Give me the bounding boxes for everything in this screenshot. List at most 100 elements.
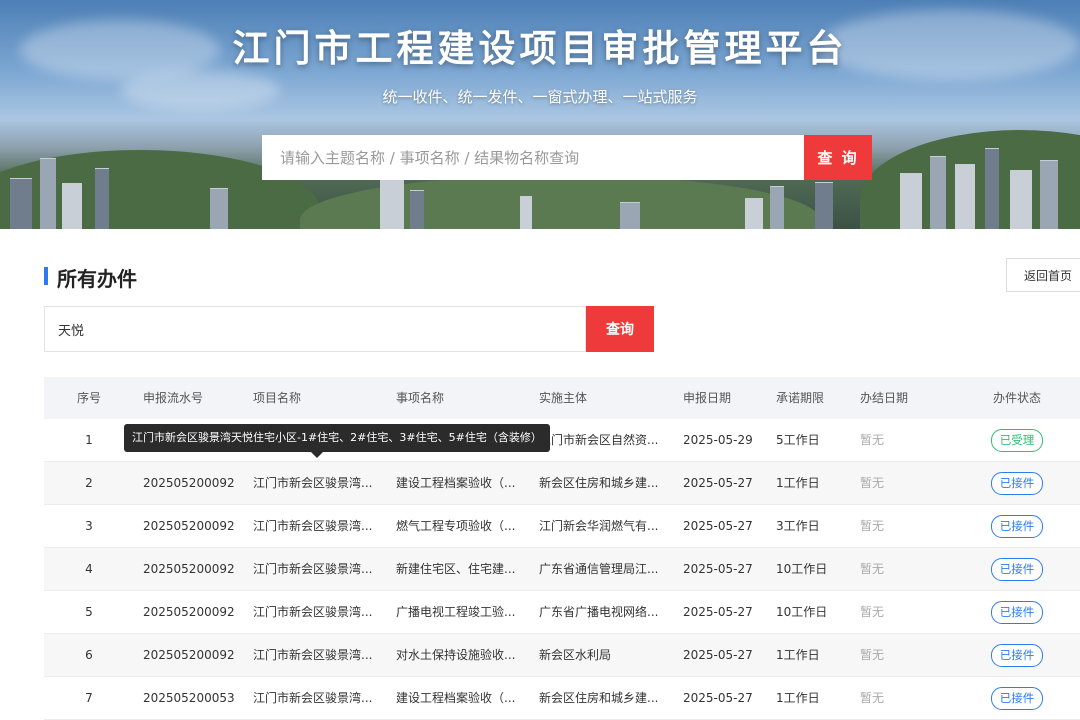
row-limit: 10工作日 [776, 562, 828, 576]
row-item[interactable]: 建设工程档案验收（... [396, 677, 531, 719]
row-status-cell: 已接件 [966, 548, 1068, 590]
header-cell-limit: 承诺期限 [776, 391, 825, 405]
table-row[interactable]: 2 202505200092 江门市新会区骏景湾... 建设工程档案验收（...… [44, 462, 1080, 505]
row-index: 1 [85, 433, 93, 447]
header-cell-project: 项目名称 [253, 391, 302, 405]
row-index: 5 [85, 605, 93, 619]
row-item[interactable]: 广播电视工程竣工验... [396, 591, 531, 633]
building-decoration [770, 186, 784, 229]
filter-input[interactable] [44, 306, 586, 352]
row-done: 暂无 [860, 562, 885, 576]
row-item[interactable]: 建设工程档案验收（... [396, 462, 531, 504]
row-done: 暂无 [860, 433, 885, 447]
header-cell-index: 序号 [76, 391, 101, 405]
row-project[interactable]: 江门市新会区骏景湾... [253, 462, 388, 504]
row-limit: 1工作日 [776, 476, 820, 490]
row-org: 广东省通信管理局江... [539, 562, 659, 576]
status-badge[interactable]: 已受理 [990, 429, 1044, 452]
building-decoration [900, 173, 922, 229]
row-item[interactable]: 新建住宅区、住宅建... [396, 548, 531, 590]
page-subtitle: 统一收件、统一发件、一窗式办理、一站式服务 [382, 88, 698, 106]
row-limit: 1工作日 [776, 648, 820, 662]
back-home-button[interactable]: 返回首页 [1006, 258, 1080, 292]
status-badge[interactable]: 已接件 [990, 687, 1044, 710]
status-badge[interactable]: 已接件 [990, 601, 1044, 624]
row-status-cell: 已接件 [966, 591, 1068, 633]
building-decoration [1010, 170, 1032, 229]
building-decoration [815, 182, 833, 229]
row-index: 4 [85, 562, 93, 576]
building-decoration [955, 164, 975, 229]
row-serial: 202505200092 [143, 476, 235, 490]
header-cell-serial: 申报流水号 [143, 391, 204, 405]
row-status-cell: 已接件 [966, 634, 1068, 676]
row-org: 江门市新会区自然资... [539, 433, 659, 447]
row-limit: 5工作日 [776, 433, 820, 447]
section-title: 所有办件 [57, 267, 137, 291]
building-decoration [40, 158, 56, 229]
tooltip-arrow [311, 452, 323, 458]
row-date: 2025-05-27 [683, 519, 753, 533]
row-status-cell: 已接件 [966, 505, 1068, 547]
header-banner: 江门市工程建设项目审批管理平台 统一收件、统一发件、一窗式办理、一站式服务 [0, 0, 1080, 229]
row-item[interactable]: 对水土保持设施验收... [396, 634, 531, 676]
status-badge[interactable]: 已接件 [990, 558, 1044, 581]
row-item[interactable]: 燃气工程专项验收（... [396, 505, 531, 547]
table-header-row: 序号 申报流水号 项目名称 事项名称 实施主体 申报日期 承诺期限 办结日期 办… [44, 377, 1080, 419]
hero-search-button[interactable]: 查 询 [804, 135, 872, 180]
project-name-tooltip: 江门市新会区骏景湾天悦住宅小区-1#住宅、2#住宅、3#住宅、5#住宅（含装修） [124, 424, 550, 452]
row-status-cell: 已接件 [966, 462, 1068, 504]
row-serial: 202505200053 [143, 691, 235, 705]
building-decoration [620, 202, 640, 229]
header-cell-org: 实施主体 [539, 391, 588, 405]
table-row[interactable]: 5 202505200092 江门市新会区骏景湾... 广播电视工程竣工验...… [44, 591, 1080, 634]
row-limit: 3工作日 [776, 519, 820, 533]
row-done: 暂无 [860, 519, 885, 533]
table-row[interactable]: 4 202505200092 江门市新会区骏景湾... 新建住宅区、住宅建...… [44, 548, 1080, 591]
row-project[interactable]: 江门市新会区骏景湾... [253, 505, 388, 547]
row-serial: 202505200092 [143, 519, 235, 533]
building-decoration [10, 178, 32, 229]
row-org: 新会区水利局 [539, 648, 612, 662]
status-badge[interactable]: 已接件 [990, 472, 1044, 495]
row-date: 2025-05-27 [683, 605, 753, 619]
status-badge[interactable]: 已接件 [990, 644, 1044, 667]
building-decoration [380, 178, 404, 229]
row-index: 7 [85, 691, 93, 705]
row-date: 2025-05-27 [683, 691, 753, 705]
row-limit: 1工作日 [776, 691, 820, 705]
page-title: 江门市工程建设项目审批管理平台 [232, 27, 848, 70]
row-project[interactable]: 江门市新会区骏景湾... [253, 677, 388, 719]
row-status-cell: 已接件 [966, 677, 1068, 719]
table-row[interactable]: 3 202505200092 江门市新会区骏景湾... 燃气工程专项验收（...… [44, 505, 1080, 548]
row-index: 3 [85, 519, 93, 533]
building-decoration [1040, 160, 1058, 229]
row-project[interactable]: 江门市新会区骏景湾... [253, 548, 388, 590]
row-index: 6 [85, 648, 93, 662]
row-project[interactable]: 江门市新会区骏景湾... [253, 634, 388, 676]
table-row[interactable]: 6 202505200092 江门市新会区骏景湾... 对水土保持设施验收...… [44, 634, 1080, 677]
row-org: 江门新会华润燃气有... [539, 519, 659, 533]
row-serial: 202505200092 [143, 605, 235, 619]
hero-search-input[interactable] [262, 135, 804, 180]
filter-search-button[interactable]: 查询 [586, 306, 654, 352]
building-decoration [62, 183, 82, 229]
section-title-accent [44, 267, 48, 285]
row-date: 2025-05-27 [683, 476, 753, 490]
status-badge[interactable]: 已接件 [990, 515, 1044, 538]
row-done: 暂无 [860, 648, 885, 662]
row-org: 广东省广播电视网络... [539, 605, 659, 619]
building-decoration [985, 148, 999, 229]
row-index: 2 [85, 476, 93, 490]
row-done: 暂无 [860, 605, 885, 619]
row-project[interactable]: 江门市新会区骏景湾... [253, 591, 388, 633]
row-date: 2025-05-29 [683, 433, 753, 447]
row-limit: 10工作日 [776, 605, 828, 619]
header-cell-done: 办结日期 [860, 391, 909, 405]
building-decoration [410, 190, 424, 229]
table-row[interactable]: 7 202505200053 江门市新会区骏景湾... 建设工程档案验收（...… [44, 677, 1080, 720]
row-serial: 202505200092 [143, 562, 235, 576]
building-decoration [210, 188, 228, 229]
hill-decoration [300, 175, 820, 229]
row-serial: 202505200092 [143, 648, 235, 662]
